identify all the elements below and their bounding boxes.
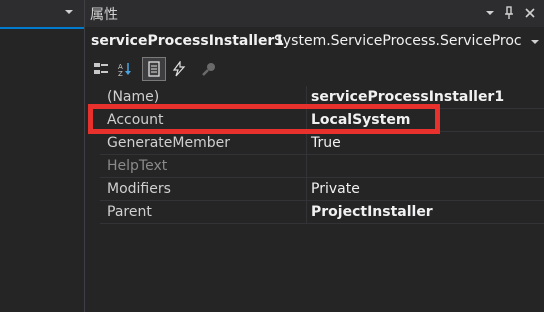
alphabetical-button[interactable]: A Z <box>114 58 136 80</box>
left-pane-header <box>0 0 84 27</box>
events-button[interactable] <box>168 58 190 80</box>
property-row-parent[interactable]: Parent ProjectInstaller <box>85 201 544 224</box>
row-gutter <box>85 178 100 201</box>
property-name: Parent <box>107 204 152 220</box>
column-separator <box>306 201 307 224</box>
property-name: GenerateMember <box>107 135 230 151</box>
property-value[interactable]: Private <box>311 181 360 197</box>
property-value[interactable]: True <box>311 135 341 151</box>
svg-text:Z: Z <box>118 70 123 77</box>
pin-icon[interactable] <box>501 5 517 21</box>
object-selector[interactable]: serviceProcessInstaller1 System.ServiceP… <box>85 29 544 55</box>
window-position-dropdown-icon[interactable] <box>482 5 498 21</box>
property-row-generatemember[interactable]: GenerateMember True <box>85 132 544 155</box>
property-value[interactable]: serviceProcessInstaller1 <box>311 89 504 105</box>
property-name: (Name) <box>107 89 160 105</box>
row-gutter <box>85 201 100 224</box>
property-pages-icon <box>202 63 215 76</box>
properties-toolbar: A Z <box>85 56 544 84</box>
property-row-modifiers[interactable]: Modifiers Private <box>85 178 544 201</box>
properties-window: 属性 serviceProcessInstaller1 System.Servi… <box>85 0 544 312</box>
property-pages-button[interactable] <box>198 58 220 80</box>
annotation-highlight-box <box>88 104 440 134</box>
close-icon[interactable] <box>522 5 538 21</box>
active-tab-indicator <box>0 27 84 29</box>
object-name: serviceProcessInstaller1 <box>91 33 285 49</box>
events-icon <box>172 61 186 77</box>
categorized-icon <box>94 63 108 74</box>
chevron-down-icon[interactable] <box>529 37 541 47</box>
dropdown-icon[interactable] <box>62 6 76 18</box>
title-bar: 属性 <box>85 0 544 27</box>
property-name: Modifiers <box>107 181 171 197</box>
left-pane <box>0 0 84 312</box>
object-type: System.ServiceProcess.ServiceProc <box>274 33 522 49</box>
properties-button[interactable] <box>142 57 166 81</box>
property-name: HelpText <box>107 158 168 174</box>
row-gutter <box>85 155 100 178</box>
categorized-button[interactable] <box>90 58 112 80</box>
column-separator <box>306 155 307 178</box>
row-separator <box>100 223 544 224</box>
panel-title: 属性 <box>90 7 118 23</box>
property-value[interactable]: ProjectInstaller <box>311 204 433 220</box>
column-separator <box>306 178 307 201</box>
property-row-helptext[interactable]: HelpText <box>85 155 544 178</box>
row-gutter <box>85 132 100 155</box>
alphabetical-icon: A Z <box>118 63 131 77</box>
properties-icon <box>148 61 160 77</box>
column-separator <box>306 132 307 155</box>
